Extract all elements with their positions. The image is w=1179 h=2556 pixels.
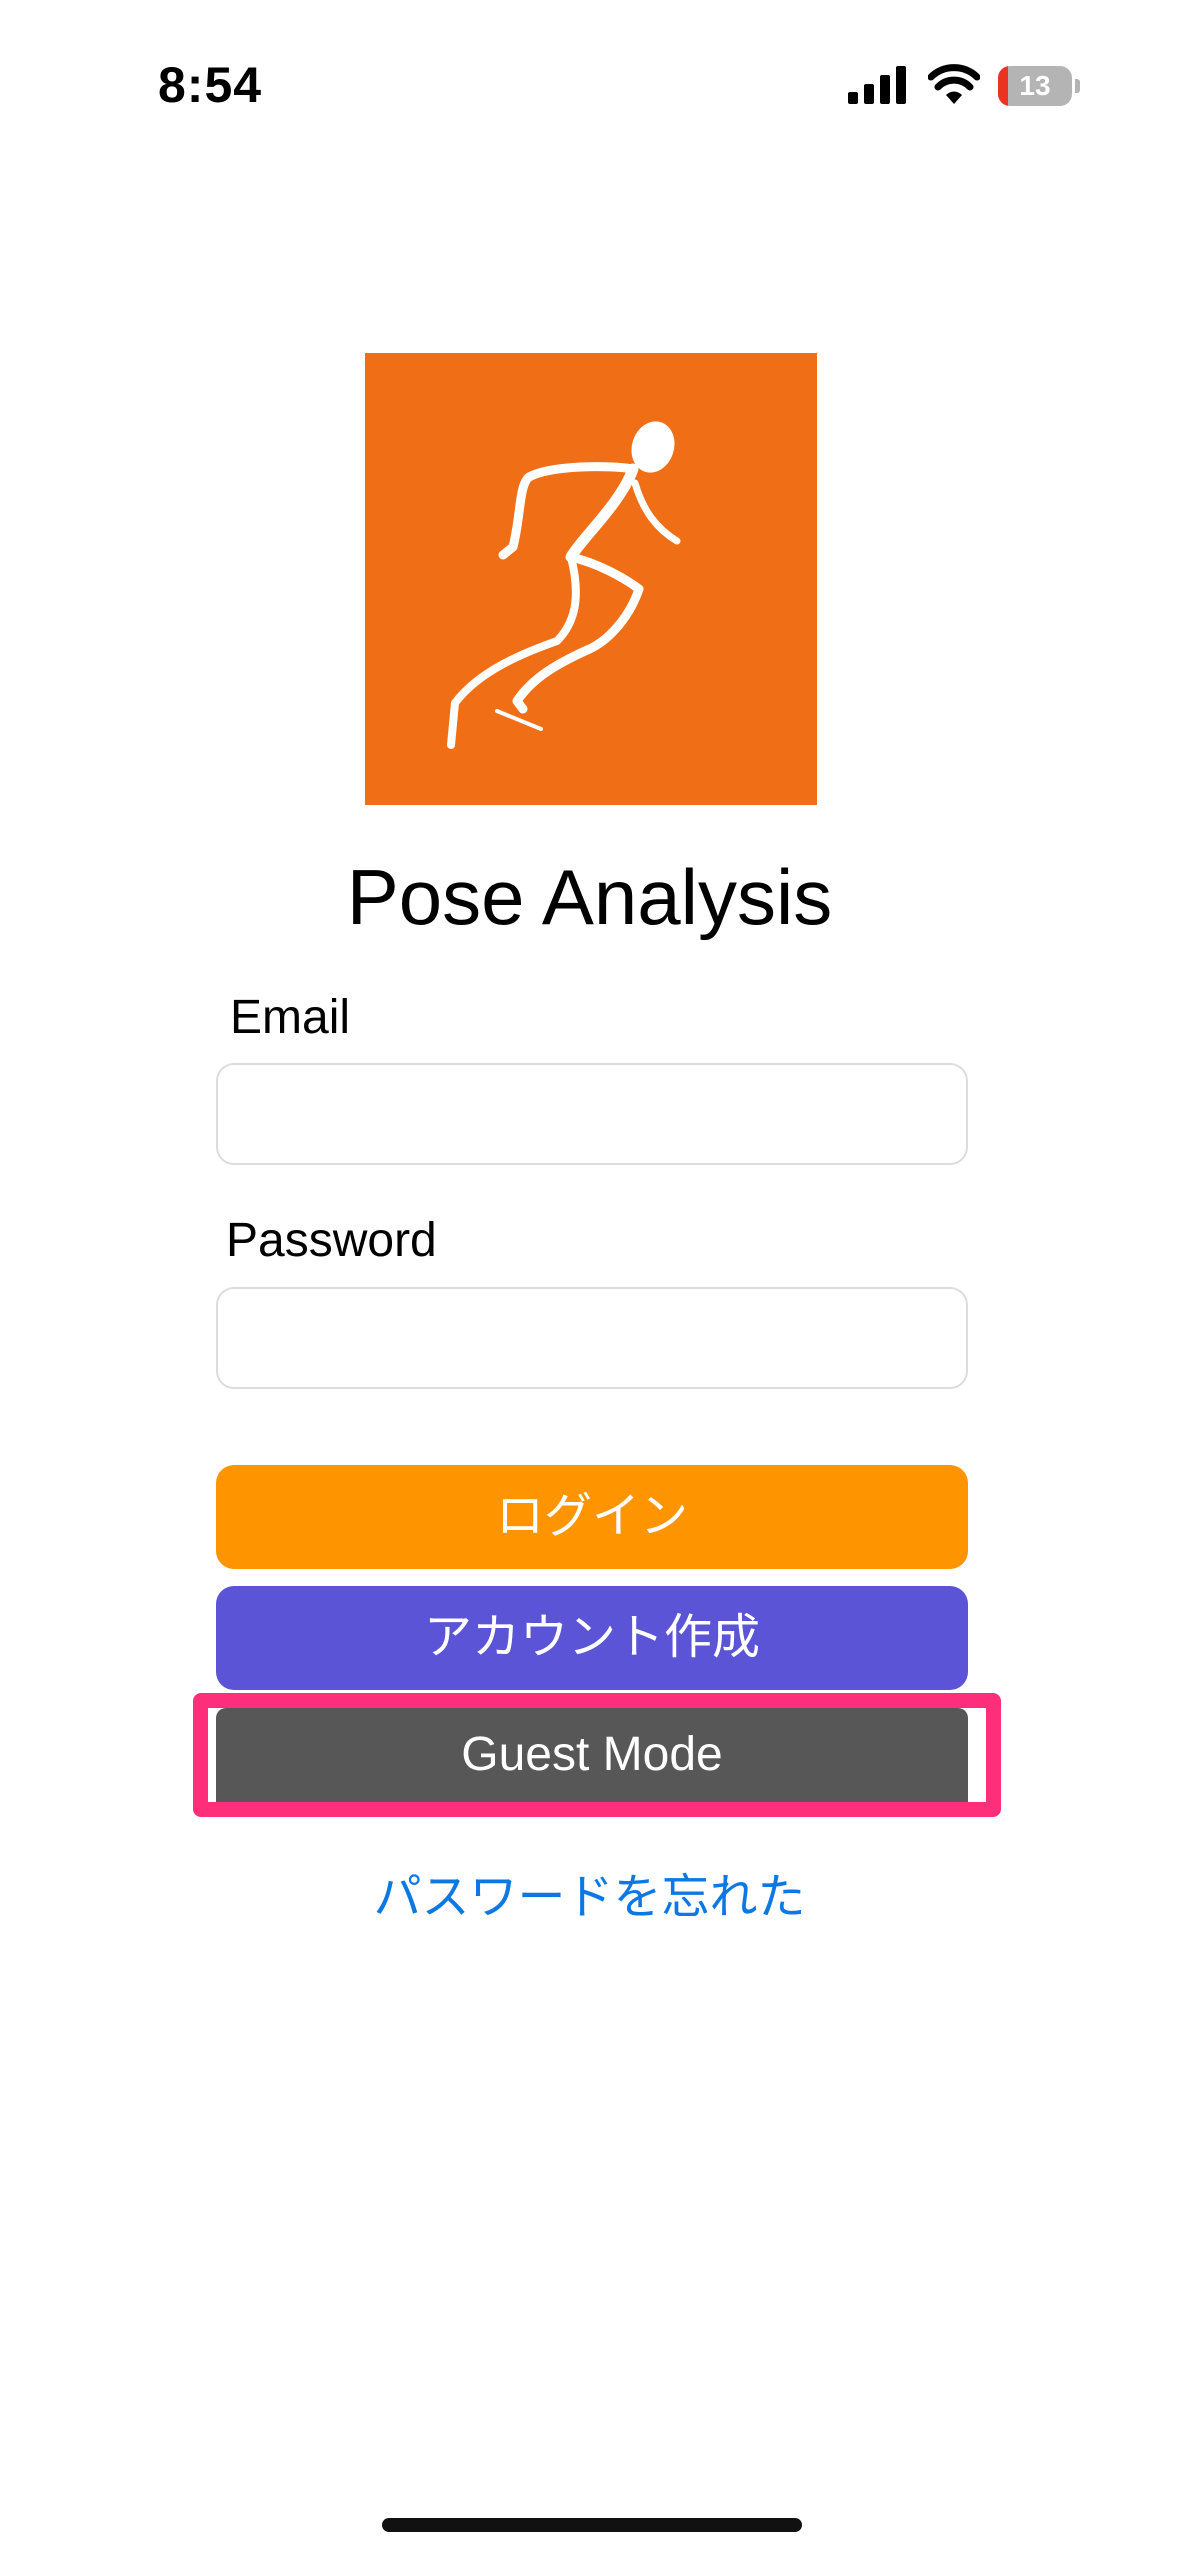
email-input[interactable] bbox=[216, 1063, 968, 1165]
password-label: Password bbox=[226, 1214, 437, 1267]
status-time: 8:54 bbox=[158, 57, 263, 113]
password-input[interactable] bbox=[216, 1287, 968, 1389]
battery-body: 13 bbox=[998, 66, 1072, 106]
app-logo bbox=[365, 353, 817, 805]
battery-level: 13 bbox=[1019, 70, 1051, 101]
battery-tip bbox=[1075, 79, 1080, 93]
battery-icon: 13 bbox=[998, 66, 1080, 106]
guest-mode-highlight bbox=[193, 1693, 1001, 1817]
email-label: Email bbox=[230, 991, 351, 1044]
login-button[interactable]: ログイン bbox=[216, 1465, 968, 1569]
forgot-password-link[interactable]: パスワードを忘れた bbox=[0, 1857, 1179, 1927]
home-indicator[interactable] bbox=[382, 2518, 802, 2532]
status-bar: 8:54 13 bbox=[0, 0, 1179, 170]
wifi-icon bbox=[928, 64, 980, 104]
signal-icon bbox=[848, 66, 906, 104]
create-account-button[interactable]: アカウント作成 bbox=[216, 1586, 968, 1690]
app-title: Pose Analysis bbox=[346, 853, 833, 941]
